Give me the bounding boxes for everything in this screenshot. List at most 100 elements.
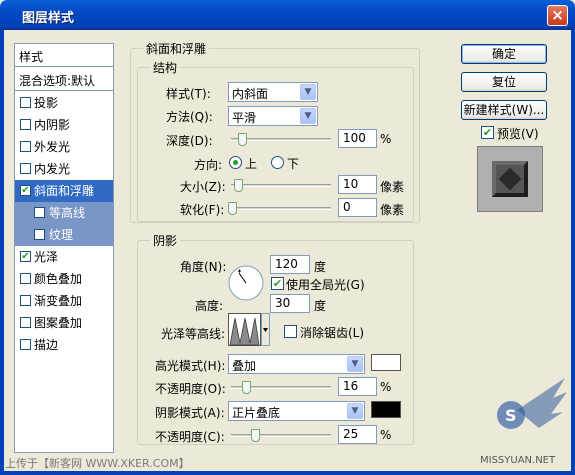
depth-slider[interactable] [231,131,332,147]
style-list-item[interactable]: 图案叠加 [15,312,113,334]
depth-unit: % [380,132,392,146]
angle-dial[interactable] [227,264,265,302]
depth-slider-thumb[interactable] [238,133,247,146]
angle-unit: 度 [314,260,327,274]
style-list-item-label: 投影 [34,96,59,110]
style-checkbox[interactable]: ✔ [20,185,31,196]
anti-aliased-checkbox[interactable] [284,325,297,338]
bevel-emboss-title: 斜面和浮雕 [143,40,210,57]
global-light-label: 使用全局光(G) [286,278,365,292]
structure-title: 结构 [150,59,181,76]
direction-label: 方向: [194,158,223,172]
size-slider[interactable] [231,177,332,193]
style-checkbox[interactable] [20,295,31,306]
style-checkbox[interactable] [34,207,45,218]
shadow-color-swatch[interactable] [371,401,401,418]
style-list-item[interactable]: 纹理 [15,224,113,246]
style-list-item-label: 等高线 [49,206,86,220]
size-label: 大小(Z): [180,180,226,194]
style-checkbox[interactable]: ✔ [20,251,31,262]
highlight-opacity-input[interactable]: 16 [338,377,377,396]
style-list-item[interactable]: 内发光 [15,158,113,180]
style-list-item[interactable]: ✔ 光泽 [15,246,113,268]
anti-aliased-label: 消除锯齿(L) [300,326,365,340]
highlight-opacity-unit: % [380,380,392,394]
close-button[interactable]: × [547,5,568,26]
style-checkbox[interactable] [20,317,31,328]
style-list-item[interactable]: 渐变叠加 [15,290,113,312]
angle-label: 角度(N): [180,260,227,274]
depth-input[interactable]: 100 [338,129,377,148]
style-list-item-label: 内阴影 [34,118,71,132]
soften-unit: 像素 [380,203,405,217]
style-select[interactable]: 内斜面 ▼ [228,82,318,102]
style-list-item-label: 纹理 [49,228,74,242]
shadow-mode-label: 阴影模式(A): [155,406,225,420]
new-style-button[interactable]: 新建样式(W)... [461,100,547,120]
style-list-item[interactable]: 内阴影 [15,114,113,136]
altitude-label: 高度: [195,299,224,313]
technique-label: 方法(Q): [166,110,213,124]
style-list: 样式 混合选项:默认 投影 内阴影 外发光 内发光 ✔ 斜面和浮雕 等高线 纹理 ✔ 光泽 颜色叠加… [14,43,114,453]
chevron-down-icon: ▼ [300,108,316,124]
direction-down-label: 下 [287,157,300,171]
watermark-logo-icon: S [497,378,567,429]
style-list-item[interactable]: 外发光 [15,136,113,158]
direction-up-radio[interactable] [229,156,242,169]
soften-label: 软化(F): [180,203,225,217]
window-title: 图层样式 [22,11,75,26]
shadow-opacity-label: 不透明度(C): [155,430,225,444]
shadow-opacity-input[interactable]: 25 [338,425,377,444]
angle-input[interactable]: 120 [270,255,310,274]
direction-down-radio[interactable] [271,156,284,169]
shadow-mode-select[interactable]: 正片叠底 ▼ [228,401,365,421]
highlight-color-swatch[interactable] [371,354,401,371]
soften-slider[interactable] [228,200,332,216]
blend-options-item[interactable]: 混合选项:默认 [15,68,113,91]
style-list-item-label: 光泽 [34,250,59,264]
style-checkbox[interactable] [34,229,45,240]
shadow-opacity-thumb[interactable] [251,429,260,442]
chevron-down-icon: ▼ [347,403,363,419]
highlight-mode-label: 高光模式(H): [155,359,226,373]
highlight-opacity-thumb[interactable] [242,381,251,394]
altitude-input[interactable]: 30 [270,294,310,313]
style-list-item[interactable]: ✔ 斜面和浮雕 [15,180,113,202]
highlight-opacity-slider[interactable] [231,379,332,395]
highlight-mode-select[interactable]: 叠加 ▼ [228,354,365,374]
style-list-item-label: 斜面和浮雕 [34,184,95,198]
gloss-contour-picker[interactable] [228,313,270,347]
watermark-site-text: MISSYUAN.NET [480,455,556,466]
svg-text:S: S [505,406,517,425]
style-list-item-label: 颜色叠加 [34,272,83,286]
soften-input[interactable]: 0 [338,198,377,217]
size-input[interactable]: 10 [338,175,377,194]
style-list-item-label: 渐变叠加 [34,294,83,308]
ok-button[interactable]: 确定 [461,44,547,64]
style-checkbox[interactable] [20,339,31,350]
reset-button[interactable]: 复位 [461,72,547,92]
style-list-item-label: 图案叠加 [34,316,83,330]
style-checkbox[interactable] [20,141,31,152]
style-list-item-label: 外发光 [34,140,71,154]
style-checkbox[interactable] [20,273,31,284]
style-list-item[interactable]: 投影 [15,92,113,114]
style-list-header[interactable]: 样式 [15,44,113,67]
style-list-item[interactable]: 等高线 [15,202,113,224]
shadow-opacity-slider[interactable] [231,427,332,443]
style-checkbox[interactable] [20,119,31,130]
title-bar [0,0,575,30]
style-list-item[interactable]: 描边 [15,334,113,356]
style-list-item[interactable]: 颜色叠加 [15,268,113,290]
preview-label: 预览(V) [497,127,539,141]
highlight-opacity-label: 不透明度(O): [155,382,226,396]
technique-select[interactable]: 平滑 ▼ [228,106,318,126]
direction-up-label: 上 [245,157,258,171]
size-slider-thumb[interactable] [234,179,243,192]
soften-slider-thumb[interactable] [228,202,237,215]
global-light-checkbox[interactable]: ✔ [271,277,284,290]
style-checkbox[interactable] [20,163,31,174]
preview-checkbox[interactable]: ✔ [481,126,494,139]
style-checkbox[interactable] [20,97,31,108]
depth-label: 深度(D): [166,134,213,148]
